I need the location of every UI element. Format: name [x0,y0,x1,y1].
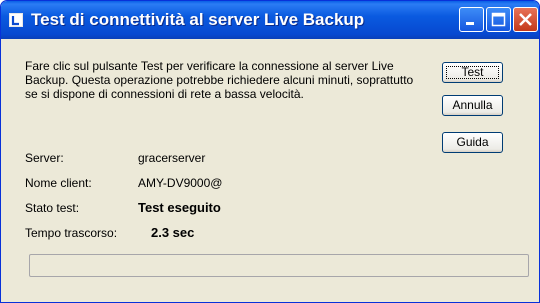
maximize-icon [491,12,506,27]
help-button[interactable]: Guida [442,132,503,153]
cancel-button[interactable]: Annulla [442,95,503,116]
maximize-button[interactable] [486,7,511,32]
elapsed-time-label: Tempo trascorso: [25,226,118,240]
live-backup-app-icon [9,13,23,27]
server-value: gracerserver [138,151,206,165]
test-status-value: Test eseguito [138,200,221,215]
window-title: Test di connettività al server Live Back… [31,10,365,29]
server-label: Server: [25,151,64,165]
elapsed-time-value: 2.3 sec [151,225,195,240]
test-button-label: Test [461,65,484,79]
description-text: Fare clic sul pulsante Test per verifica… [25,59,414,101]
minimize-icon [466,22,474,25]
minimize-button[interactable] [459,7,484,32]
test-button[interactable]: Test [442,62,503,83]
test-status-label: Stato test: [25,201,80,215]
client-name-label: Nome client: [25,176,92,190]
close-icon [519,13,532,26]
connectivity-test-dialog: Test di connettività al server Live Back… [0,0,540,303]
client-name-value: AMY-DV9000@ [138,176,223,190]
title-bar[interactable]: Test di connettività al server Live Back… [1,1,539,39]
progress-bar [29,254,529,277]
close-button[interactable] [513,7,538,32]
